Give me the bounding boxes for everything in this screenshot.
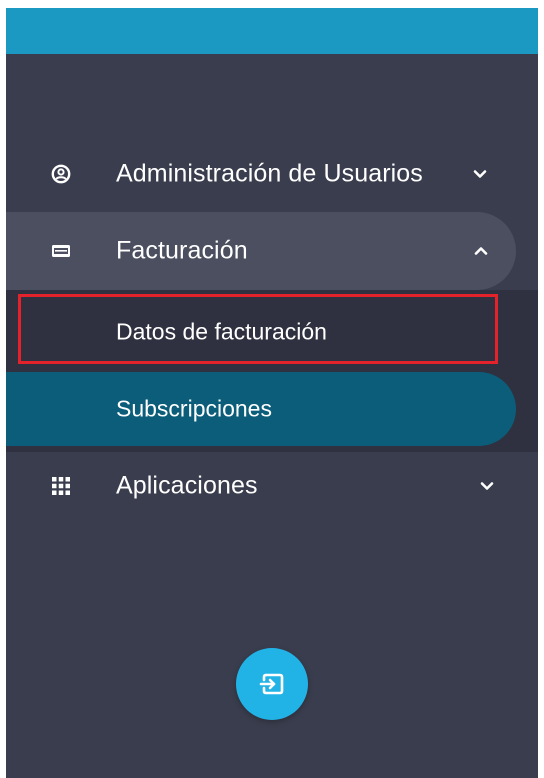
chevron-down-icon[interactable]	[472, 169, 488, 179]
logout-icon	[259, 673, 284, 695]
sidebar-item-label: Administración de Usuarios	[116, 159, 423, 188]
sidebar-item-users-admin[interactable]: Administración de Usuarios	[6, 138, 538, 210]
sidebar-item-label: Aplicaciones	[116, 471, 258, 500]
submenu-item-subscriptions[interactable]: Subscripciones	[6, 372, 516, 446]
apps-grid-icon	[51, 476, 71, 496]
highlight-box	[18, 294, 498, 364]
billing-card-icon	[51, 241, 71, 261]
logout-button[interactable]	[236, 648, 308, 720]
chevron-up-icon[interactable]	[473, 246, 489, 256]
sidebar-item-applications[interactable]: Aplicaciones	[6, 450, 538, 522]
submenu-item-label: Subscripciones	[116, 395, 272, 422]
user-circle-icon	[51, 164, 71, 184]
sidebar-item-label: Facturación	[116, 236, 248, 265]
sidebar: Administración de Usuarios Facturación D…	[6, 8, 538, 778]
top-bar	[6, 8, 538, 54]
sidebar-item-billing[interactable]: Facturación	[6, 212, 516, 290]
chevron-down-icon[interactable]	[479, 481, 495, 491]
